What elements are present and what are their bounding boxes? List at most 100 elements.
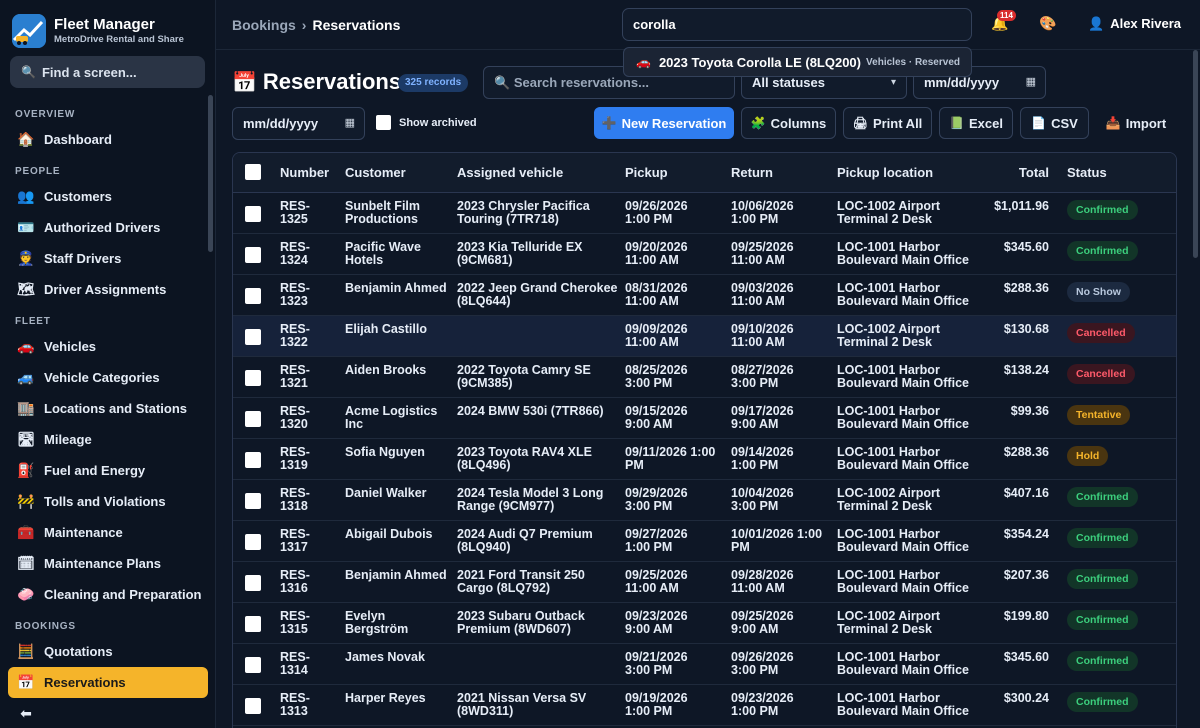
sidebar-item-fuel-and-energy[interactable]: ⛽ Fuel and Energy: [8, 455, 208, 486]
reservation-search-placeholder: Search reservations...: [513, 75, 649, 90]
house-icon: 🏠: [17, 131, 35, 147]
palette-icon[interactable]: 🎨: [1039, 15, 1056, 32]
show-archived-checkbox[interactable]: [376, 115, 391, 130]
row-checkbox[interactable]: [245, 288, 261, 304]
cell-return: 09/23/2026 1:00 PM: [731, 692, 794, 718]
page-title-text: Reservations: [262, 69, 402, 94]
row-checkbox[interactable]: [245, 657, 261, 673]
find-screen-button[interactable]: 🔍 Find a screen...: [10, 56, 205, 88]
col-return[interactable]: Return: [731, 165, 773, 180]
table-row[interactable]: RES- 1320 Acme Logistics Inc 2024 BMW 530i (…: [233, 398, 1176, 439]
sidebar-item-label: Vehicle Categories: [44, 370, 160, 385]
sidebar-scrollbar[interactable]: [208, 95, 213, 252]
cell-vehicle: 2023 Subaru Outback Premium (8WD607): [457, 610, 585, 636]
user-icon: 👤: [1088, 16, 1105, 31]
row-checkbox[interactable]: [245, 370, 261, 386]
row-checkbox[interactable]: [245, 411, 261, 427]
date-to-input[interactable]: mm/dd/yyyy ▦: [232, 107, 365, 140]
cell-pickup: 09/11/2026 1:00 PM: [625, 446, 715, 472]
table-row[interactable]: RES- 1318 Daniel Walker 2024 Tesla Model 3 …: [233, 480, 1176, 521]
table-row[interactable]: RES- 1317 Abigail Dubois 2024 Audi Q7 Premi…: [233, 521, 1176, 562]
table-row[interactable]: RES- 1322 Elijah Castillo 09/09/2026 11:00 A…: [233, 316, 1176, 357]
import-button[interactable]: 📥 Import: [1100, 107, 1172, 139]
table-row[interactable]: RES- 1315 Evelyn Bergström 2023 Subaru Outba…: [233, 603, 1176, 644]
col-pickup-location[interactable]: Pickup location: [837, 165, 933, 180]
col-assigned-vehicle[interactable]: Assigned vehicle: [457, 165, 563, 180]
sidebar-item-back[interactable]: ⬅: [8, 698, 208, 728]
cell-vehicle-line: Range (9CM977): [457, 499, 555, 513]
sidebar-item-dashboard[interactable]: 🏠 Dashboard: [8, 124, 208, 155]
row-checkbox[interactable]: [245, 206, 261, 222]
status-badge: Confirmed: [1067, 200, 1138, 220]
show-archived-label: Show archived: [399, 117, 477, 129]
global-search-input[interactable]: corolla: [622, 8, 972, 41]
excel-export-button[interactable]: 📗 Excel: [939, 107, 1013, 139]
sidebar-item-driver-assignments[interactable]: 🗺 Driver Assignments: [8, 274, 208, 305]
new-reservation-button[interactable]: ➕ New Reservation: [594, 107, 734, 139]
table-row[interactable]: RES- 1314 James Novak 09/21/2026 3:00 PM 09/2…: [233, 644, 1176, 685]
table-row[interactable]: RES- 1316 Benjamin Ahmed 2021 Ford Transit …: [233, 562, 1176, 603]
cell-return-line: 11:00 AM: [731, 253, 785, 267]
row-checkbox[interactable]: [245, 534, 261, 550]
cell-location: LOC-1001 Harbor Boulevard Main Office: [837, 569, 969, 595]
table-row[interactable]: RES- 1321 Aiden Brooks 2022 Toyota Camry SE…: [233, 357, 1176, 398]
printer-icon: 🖨: [852, 116, 868, 130]
cell-pickup: 08/31/2026 11:00 AM: [625, 282, 688, 308]
col-customer[interactable]: Customer: [345, 165, 406, 180]
cell-number-line: 1322: [280, 335, 308, 349]
table-row[interactable]: RES- 1325 Sunbelt Film Productions 2023 Chry…: [233, 193, 1176, 234]
calendar-picker-icon[interactable]: ▦: [1026, 67, 1036, 98]
row-checkbox[interactable]: [245, 247, 261, 263]
row-checkbox[interactable]: [245, 452, 261, 468]
sidebar-item-vehicles[interactable]: 🚗 Vehicles: [8, 331, 208, 362]
row-checkbox[interactable]: [245, 616, 261, 632]
row-checkbox[interactable]: [245, 329, 261, 345]
sidebar-item-cleaning-and-preparation[interactable]: 🧼 Cleaning and Preparation: [8, 579, 208, 610]
sidebar-item-label: Tolls and Violations: [44, 494, 166, 509]
cell-pickup-line: 11:00 AM: [625, 335, 679, 349]
row-checkbox[interactable]: [245, 575, 261, 591]
page-scrollbar[interactable]: [1193, 50, 1198, 258]
table-row[interactable]: RES- 1324 Pacific Wave Hotels 2023 Kia Tellu…: [233, 234, 1176, 275]
sidebar-item-reservations[interactable]: 📅 Reservations: [8, 667, 208, 698]
row-checkbox[interactable]: [245, 493, 261, 509]
col-number[interactable]: Number: [280, 165, 329, 180]
cell-return-line: 11:00 AM: [731, 335, 785, 349]
cell-location: LOC-1002 Airport Terminal 2 Desk: [837, 487, 940, 513]
sidebar-item-maintenance[interactable]: 🧰 Maintenance: [8, 517, 208, 548]
col-pickup[interactable]: Pickup: [625, 165, 668, 180]
table-row[interactable]: RES- 1319 Sofia Nguyen 2023 Toyota RAV4 XLE…: [233, 439, 1176, 480]
select-all-checkbox[interactable]: [245, 164, 261, 180]
cell-pickup-line: PM: [625, 458, 644, 472]
search-suggestion[interactable]: 🚗 2023 Toyota Corolla LE (8LQ200) Vehicl…: [623, 47, 972, 77]
table-row[interactable]: RES- 1313 Harper Reyes 2021 Nissan Versa SV…: [233, 685, 1176, 726]
user-menu[interactable]: 👤 Alex Rivera: [1088, 16, 1181, 32]
row-checkbox[interactable]: [245, 698, 261, 714]
breadcrumb-bookings[interactable]: Bookings: [232, 17, 296, 33]
date-to-value: mm/dd/yyyy: [243, 116, 319, 131]
csv-export-button[interactable]: 📄 CSV: [1020, 107, 1089, 139]
print-all-button[interactable]: 🖨 Print All: [843, 107, 932, 139]
sidebar-item-staff-drivers[interactable]: 👮 Staff Drivers: [8, 243, 208, 274]
sidebar-item-tolls-and-violations[interactable]: 🚧 Tolls and Violations: [8, 486, 208, 517]
sidebar-item-vehicle-categories[interactable]: 🚙 Vehicle Categories: [8, 362, 208, 393]
columns-button[interactable]: 🧩 Columns: [741, 107, 836, 139]
col-total[interactable]: Total: [1019, 165, 1049, 180]
sidebar-item-mileage[interactable]: 🛣 Mileage: [8, 424, 208, 455]
calendar-icon: 📅: [17, 674, 35, 690]
table-row[interactable]: RES- 1323 Benjamin Ahmed 2022 Jeep Grand Ch…: [233, 275, 1176, 316]
sidebar-item-locations-and-stations[interactable]: 🏬 Locations and Stations: [8, 393, 208, 424]
sidebar-item-maintenance-plans[interactable]: 🗓 Maintenance Plans: [8, 548, 208, 579]
sidebar-item-authorized-drivers[interactable]: 🪪 Authorized Drivers: [8, 212, 208, 243]
sidebar-item-quotations[interactable]: 🧮 Quotations: [8, 636, 208, 667]
brand[interactable]: Fleet Manager MetroDrive Rental and Shar…: [0, 0, 215, 50]
col-status[interactable]: Status: [1067, 165, 1107, 180]
cell-number-line: 1317: [280, 540, 308, 554]
cell-customer: Sunbelt Film Productions: [345, 200, 420, 226]
csv-label: CSV: [1051, 115, 1078, 131]
car-icon: 🚗: [17, 338, 35, 354]
cell-customer: Daniel Walker: [345, 487, 427, 500]
status-badge: Confirmed: [1067, 241, 1138, 261]
calendar-picker-icon[interactable]: ▦: [345, 108, 355, 139]
sidebar-item-customers[interactable]: 👥 Customers: [8, 181, 208, 212]
